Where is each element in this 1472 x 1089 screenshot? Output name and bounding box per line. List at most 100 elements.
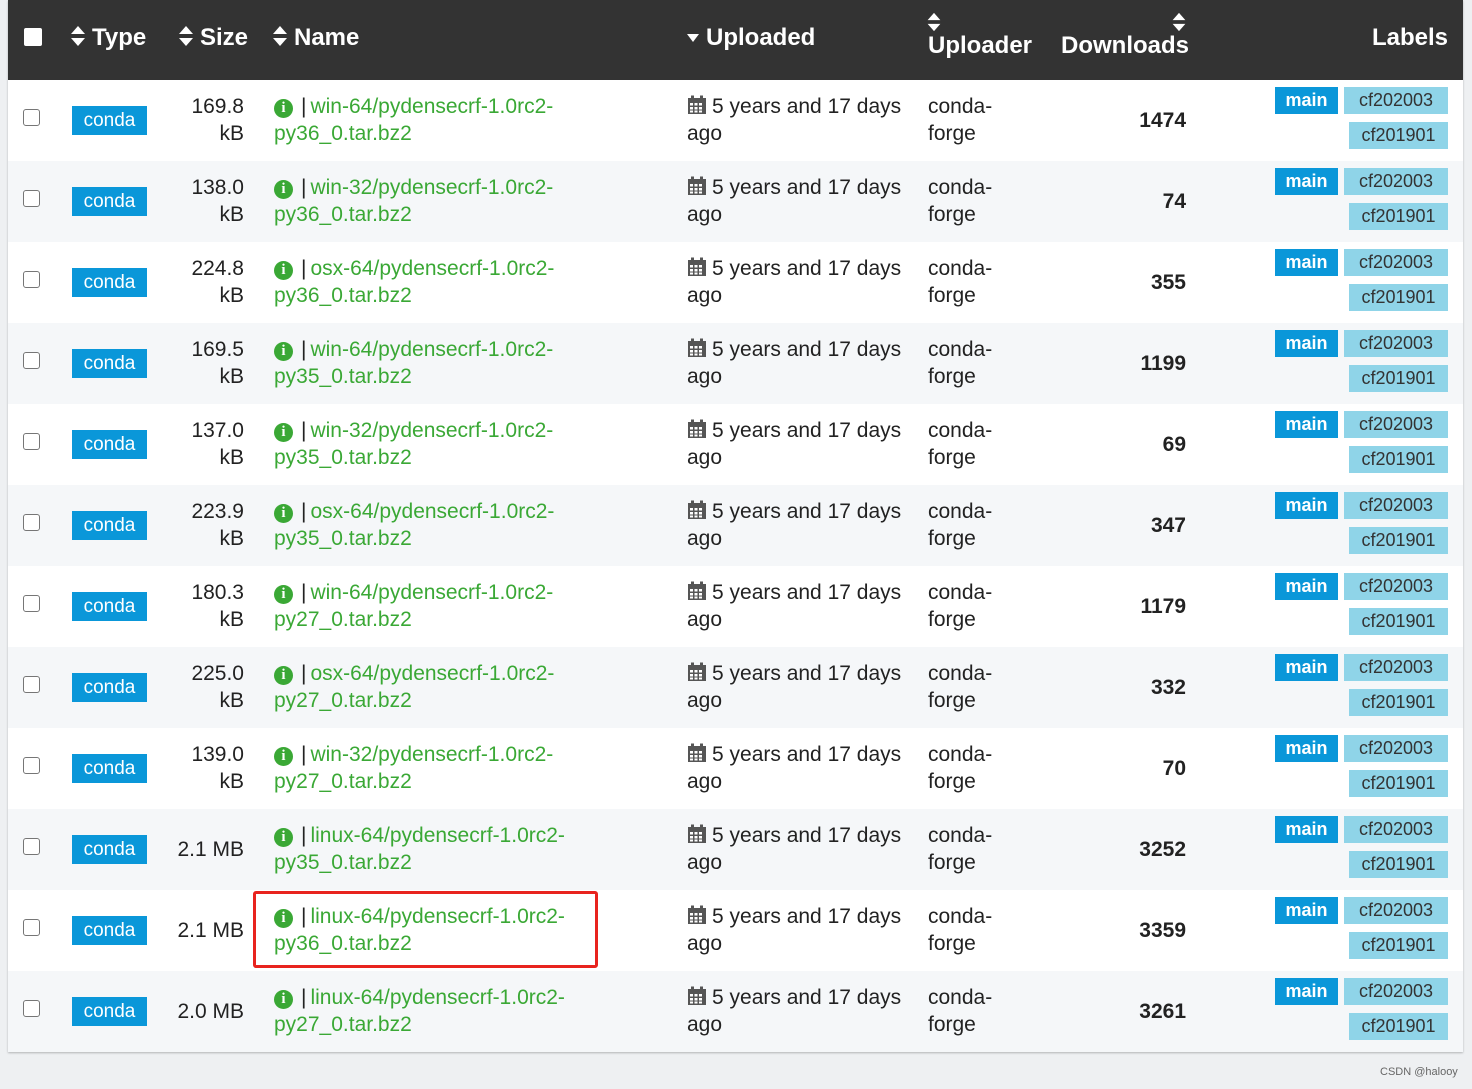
downloads-column-header[interactable]: Downloads (1061, 12, 1189, 59)
row-checkbox[interactable] (23, 190, 40, 207)
label-badge[interactable]: cf201901 (1349, 851, 1448, 878)
label-badge[interactable]: cf202003 (1344, 87, 1448, 114)
label-badge[interactable]: cf202003 (1344, 897, 1448, 924)
row-checkbox[interactable] (23, 757, 40, 774)
row-checkbox[interactable] (23, 595, 40, 612)
label-badge[interactable]: cf202003 (1344, 654, 1448, 681)
file-name-part2[interactable]: py36_0.tar.bz2 (274, 203, 412, 226)
label-badge[interactable]: cf202003 (1344, 168, 1448, 195)
info-icon[interactable]: i (274, 99, 293, 118)
label-badge[interactable]: cf202003 (1344, 492, 1448, 519)
name-column-header[interactable]: Name (272, 24, 359, 51)
label-badge-main[interactable]: main (1275, 978, 1338, 1005)
row-checkbox[interactable] (23, 352, 40, 369)
file-name-part1[interactable]: linux-64/pydensecrf-1.0rc2- (310, 824, 564, 847)
info-icon[interactable]: i (274, 180, 293, 199)
label-badge[interactable]: cf202003 (1344, 978, 1448, 1005)
info-icon[interactable]: i (274, 747, 293, 766)
file-name-link[interactable]: i | osx-64/pydensecrf-1.0rc2- py36_0.tar.bz… (274, 255, 594, 309)
row-checkbox[interactable] (23, 676, 40, 693)
info-icon[interactable]: i (274, 342, 293, 361)
file-name-link[interactable]: i | win-64/pydensecrf-1.0rc2- py36_0.tar.bz… (274, 93, 594, 147)
label-badge-main[interactable]: main (1275, 735, 1338, 762)
label-badge[interactable]: cf202003 (1344, 573, 1448, 600)
file-name-part2[interactable]: py35_0.tar.bz2 (274, 851, 412, 874)
size-column-header[interactable]: Size (178, 24, 248, 51)
row-checkbox[interactable] (23, 838, 40, 855)
label-badge-main[interactable]: main (1275, 411, 1338, 438)
row-checkbox[interactable] (23, 1000, 40, 1017)
label-badge[interactable]: cf201901 (1349, 1013, 1448, 1040)
info-icon[interactable]: i (274, 504, 293, 523)
label-badge[interactable]: cf202003 (1344, 330, 1448, 357)
file-name-link[interactable]: i | linux-64/pydensecrf-1.0rc2- py35_0.tar.… (274, 822, 594, 876)
file-name-part1[interactable]: win-32/pydensecrf-1.0rc2- (310, 176, 553, 199)
label-badge[interactable]: cf201901 (1349, 608, 1448, 635)
file-name-part1[interactable]: osx-64/pydensecrf-1.0rc2- (310, 662, 554, 685)
row-checkbox[interactable] (23, 271, 40, 288)
label-badge-main[interactable]: main (1275, 573, 1338, 600)
select-all-checkbox[interactable] (24, 28, 42, 46)
label-badge[interactable]: cf201901 (1349, 284, 1448, 311)
label-badge-main[interactable]: main (1275, 249, 1338, 276)
label-badge-main[interactable]: main (1275, 87, 1338, 114)
file-name-link[interactable]: i | osx-64/pydensecrf-1.0rc2- py35_0.tar.bz… (274, 498, 594, 552)
info-icon[interactable]: i (274, 585, 293, 604)
label-badge[interactable]: cf201901 (1349, 122, 1448, 149)
label-badge-main[interactable]: main (1275, 330, 1338, 357)
label-badge[interactable]: cf201901 (1349, 365, 1448, 392)
label-badge[interactable]: cf202003 (1344, 735, 1448, 762)
info-icon[interactable]: i (274, 990, 293, 1009)
type-column-header[interactable]: Type (70, 24, 146, 51)
label-badge-main[interactable]: main (1275, 816, 1338, 843)
file-name-part2[interactable]: py35_0.tar.bz2 (274, 365, 412, 388)
file-name-link[interactable]: i | win-32/pydensecrf-1.0rc2- py36_0.tar.bz… (274, 174, 594, 228)
label-badge[interactable]: cf202003 (1344, 249, 1448, 276)
label-badge-main[interactable]: main (1275, 492, 1338, 519)
file-name-part2[interactable]: py27_0.tar.bz2 (274, 689, 412, 712)
label-badge[interactable]: cf201901 (1349, 527, 1448, 554)
label-badge[interactable]: cf201901 (1349, 446, 1448, 473)
file-name-link[interactable]: i | linux-64/pydensecrf-1.0rc2- py27_0.tar.… (274, 984, 594, 1038)
label-badge[interactable]: cf202003 (1344, 816, 1448, 843)
file-name-part2[interactable]: py27_0.tar.bz2 (274, 1013, 412, 1036)
label-badge-main[interactable]: main (1275, 654, 1338, 681)
file-name-part1[interactable]: osx-64/pydensecrf-1.0rc2- (310, 257, 554, 280)
file-name-part2[interactable]: py36_0.tar.bz2 (274, 122, 412, 145)
file-name-part1[interactable]: win-32/pydensecrf-1.0rc2- (310, 743, 553, 766)
info-icon[interactable]: i (274, 666, 293, 685)
row-checkbox[interactable] (23, 514, 40, 531)
file-name-part1[interactable]: win-32/pydensecrf-1.0rc2- (310, 419, 553, 442)
file-name-link[interactable]: i | win-64/pydensecrf-1.0rc2- py27_0.tar.bz… (274, 579, 594, 633)
info-icon[interactable]: i (274, 828, 293, 847)
label-badge-main[interactable]: main (1275, 897, 1338, 924)
row-checkbox[interactable] (23, 919, 40, 936)
file-name-link[interactable]: i | osx-64/pydensecrf-1.0rc2- py27_0.tar.bz… (274, 660, 594, 714)
uploaded-column-header[interactable]: Uploaded (686, 24, 815, 51)
file-name-part1[interactable]: win-64/pydensecrf-1.0rc2- (310, 581, 553, 604)
label-badge-main[interactable]: main (1275, 168, 1338, 195)
file-name-link[interactable]: i | win-32/pydensecrf-1.0rc2- py27_0.tar.bz… (274, 741, 594, 795)
file-name-part1[interactable]: linux-64/pydensecrf-1.0rc2- (310, 986, 564, 1009)
file-name-part1[interactable]: osx-64/pydensecrf-1.0rc2- (310, 500, 554, 523)
label-badge[interactable]: cf201901 (1349, 770, 1448, 797)
file-name-part2[interactable]: py35_0.tar.bz2 (274, 527, 412, 550)
info-icon[interactable]: i (274, 261, 293, 280)
label-badge[interactable]: cf201901 (1349, 689, 1448, 716)
file-name-part2[interactable]: py27_0.tar.bz2 (274, 770, 412, 793)
file-name-part2[interactable]: py27_0.tar.bz2 (274, 608, 412, 631)
file-name-link[interactable]: i | win-64/pydensecrf-1.0rc2- py35_0.tar.bz… (274, 336, 594, 390)
label-badge[interactable]: cf201901 (1349, 932, 1448, 959)
file-name-part2[interactable]: py36_0.tar.bz2 (274, 284, 412, 307)
label-badge[interactable]: cf201901 (1349, 203, 1448, 230)
row-checkbox[interactable] (23, 433, 40, 450)
file-name-link[interactable]: i | win-32/pydensecrf-1.0rc2- py35_0.tar.bz… (274, 417, 594, 471)
uploader-column-header[interactable]: Uploader (927, 12, 1032, 59)
row-checkbox[interactable] (23, 109, 40, 126)
file-name-part1[interactable]: win-64/pydensecrf-1.0rc2- (310, 338, 553, 361)
label-badge[interactable]: cf202003 (1344, 411, 1448, 438)
uploader-name: conda-forge (928, 498, 1018, 552)
file-name-part1[interactable]: win-64/pydensecrf-1.0rc2- (310, 95, 553, 118)
file-name-part2[interactable]: py35_0.tar.bz2 (274, 446, 412, 469)
info-icon[interactable]: i (274, 423, 293, 442)
